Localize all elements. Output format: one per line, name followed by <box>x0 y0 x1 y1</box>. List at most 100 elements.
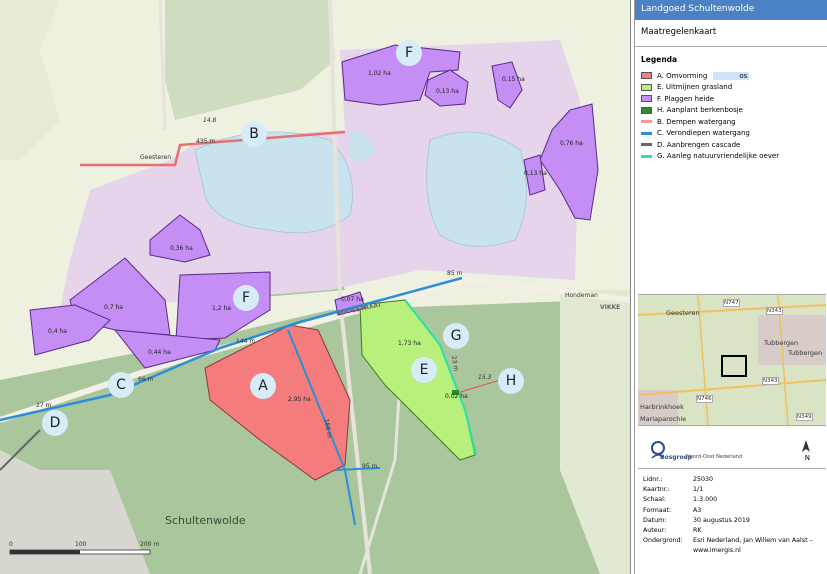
meta-key: Kaartnr.: <box>643 486 670 494</box>
meta-value: Esri Nederland, Jan Willem van Aalst – <box>693 537 813 545</box>
meta-value: 30 augustus 2019 <box>693 516 750 524</box>
legend-swatch-g <box>641 154 652 158</box>
length-b-435: 435 m <box>196 138 216 145</box>
map-metadata: Lidnr.: 25030 Kaartnr.: 1/1 Schaal: 1:3.000… <box>643 475 813 557</box>
length-c-85: 85 m <box>447 270 463 277</box>
meta-row: Ondergrond: Esri Nederland, Jan Willem va… <box>643 536 813 546</box>
marker-c[interactable]: C <box>108 372 134 398</box>
scale-200: 200 m <box>140 541 160 548</box>
legend-item-g[interactable]: G. Aanleg natuurvriendelijke oever <box>641 151 821 163</box>
inset-label-n745: N343 <box>762 377 779 385</box>
meta-key: Datum: <box>643 516 667 524</box>
length-c-66: 66 m <box>138 376 154 383</box>
scale-100: 100 <box>75 541 87 548</box>
legend-label-b: B. Dempen watergang <box>657 117 736 126</box>
legend-label-e: E. Uitmijnen grasland <box>657 83 733 92</box>
legend-label-h: H. Aanplant berkenbosje <box>657 106 743 115</box>
marker-g[interactable]: G <box>443 323 469 349</box>
inset-label-geesteren: Geesteren <box>666 309 700 317</box>
north-label: N <box>804 454 810 462</box>
inset-label-n746: N746 <box>696 395 713 403</box>
panel-title: Landgoed Schultenwolde <box>635 0 827 20</box>
logo-area: Bosgroep Noord-Oost Nederland N <box>638 434 826 469</box>
label-e-1-73: 1,73 ha <box>398 340 421 347</box>
scale-0: 0 <box>9 541 13 548</box>
road-vikke: VIKKE <box>600 304 621 311</box>
meta-row: Formaat: A3 <box>643 506 813 516</box>
inset-label-harbrinkhoek: Harbrinkhoek <box>640 403 684 411</box>
inset-map[interactable]: N747 Geesteren N343 Tubbergen Tubbergen … <box>637 294 827 426</box>
inset-label-tubbergen: Tubbergen <box>788 349 823 357</box>
marker-e[interactable]: E <box>411 357 437 383</box>
meta-key: Ondergrond: <box>643 537 683 545</box>
meta-key: Auteur: <box>643 527 667 535</box>
meta-value: RK <box>693 527 702 535</box>
meta-row: Kaartnr.: 1/1 <box>643 485 813 495</box>
legend-label-a: A. Omvorming <box>657 71 708 80</box>
inset-label-mariaparochie: Mariaparochie <box>640 415 687 423</box>
lake-east <box>426 131 527 247</box>
height-15-3: 15.3 <box>478 374 492 381</box>
place-schultenwolde: Schultenwolde <box>165 514 246 527</box>
marker-f-south[interactable]: F <box>233 285 259 311</box>
meta-key: Schaal: <box>643 496 667 504</box>
legend-swatch-h <box>641 106 652 114</box>
legend-swatch-d <box>641 143 652 147</box>
place-geesteren: Geesteren <box>140 154 172 161</box>
label-f-0-76: 0,76 ha <box>560 140 583 147</box>
marker-a[interactable]: A <box>250 373 276 399</box>
inset-label-n349: N349 <box>796 413 813 421</box>
legend-swatch-a <box>641 72 652 80</box>
legend-label-c: C. Verondiepen watergang <box>657 129 750 138</box>
inset-label-n747: N747 <box>723 299 740 307</box>
legend-swatch-e <box>641 83 652 91</box>
meta-key: Formaat: <box>643 506 672 514</box>
label-f-0-4: 0,4 ha <box>48 328 67 335</box>
height-14-8: 14.8 <box>203 117 217 124</box>
label-f-0-36: 0,36 ha <box>170 245 193 252</box>
logo-sub: Noord-Oost Nederland <box>686 454 743 460</box>
marker-f-north[interactable]: F <box>396 40 422 66</box>
label-f-0-13b: 0,13 ha <box>524 170 547 177</box>
legend-heading: Legenda <box>641 55 678 64</box>
marker-h[interactable]: H <box>498 368 524 394</box>
north-arrow-icon <box>802 440 810 452</box>
label-a-2-95: 2,95 ha <box>288 396 311 403</box>
length-c-27: 27 m <box>36 402 52 409</box>
legend-label-g: G. Aanleg natuurvriendelijke oever <box>657 152 780 161</box>
label-f-1-2: 1,2 ha <box>212 305 231 312</box>
label-f-0-13a: 0,13 ha <box>436 88 459 95</box>
label-f-0-15: 0,15 ha <box>502 76 525 83</box>
legend-item-c[interactable]: C. Verondiepen watergang <box>641 128 821 140</box>
legend-item-a[interactable]: A. Omvorming os <box>641 70 821 82</box>
marker-b[interactable]: B <box>241 121 267 147</box>
legend-swatch-f <box>641 95 652 103</box>
legend-item-f[interactable]: F. Plaggen heide <box>641 93 821 105</box>
legend-swatch-c <box>641 131 652 135</box>
legend-swatch-b <box>641 120 652 124</box>
meta-value: A3 <box>693 506 702 514</box>
map-canvas[interactable]: A B C D E F F G H 1,02 ha 0,13 ha 0,15 h… <box>0 0 631 574</box>
meta-value[interactable]: www.imergis.nl <box>693 546 813 556</box>
length-c-144: 144 m <box>236 338 256 345</box>
meta-value: 1/1 <box>693 486 704 494</box>
meta-row: Datum: 30 augustus 2019 <box>643 516 813 526</box>
inset-label-tubbergen-short: Tubbergen <box>764 339 799 347</box>
legend-item-e[interactable]: E. Uitmijnen grasland <box>641 82 821 94</box>
meta-value: 1:3.000 <box>693 496 718 504</box>
label-f-0-44: 0,44 ha <box>148 349 171 356</box>
legend-item-h[interactable]: H. Aanplant berkenbosje <box>641 105 821 117</box>
map-svg <box>0 0 630 574</box>
meta-key: Lidnr.: <box>643 476 663 483</box>
legend: Legenda A. Omvorming os E. Uitmijnen gra… <box>635 47 827 166</box>
legend-item-b[interactable]: B. Dempen watergang <box>641 116 821 128</box>
meta-row: Lidnr.: 25030 <box>643 475 813 485</box>
meta-row: Schaal: 1:3.000 <box>643 495 813 505</box>
meta-key <box>643 546 693 556</box>
legend-label-d: D. Aanbrengen cascade <box>657 140 741 149</box>
legend-item-d[interactable]: D. Aanbrengen cascade <box>641 139 821 151</box>
label-f-1-02: 1,02 ha <box>368 70 391 77</box>
legend-label-a-suffix: os <box>713 71 750 80</box>
panel-subtitle: Maatregelenkaart <box>635 20 827 47</box>
marker-d[interactable]: D <box>42 410 68 436</box>
